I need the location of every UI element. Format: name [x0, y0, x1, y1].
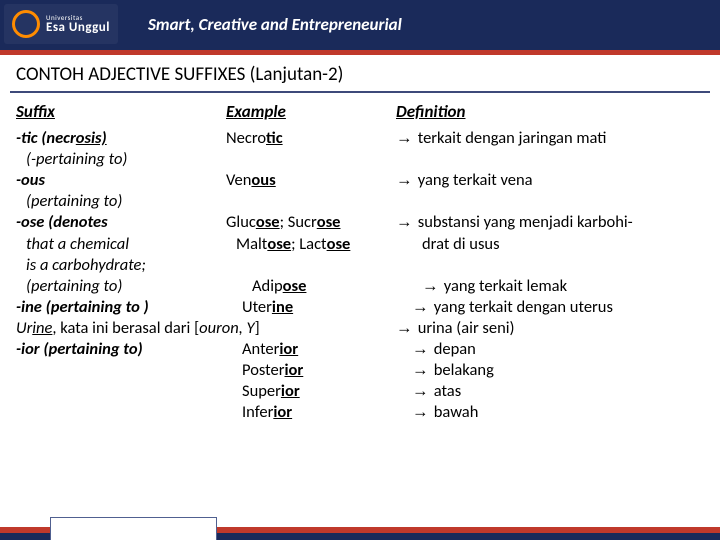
- row-ose-1: -ose (denotes Glucose; Sucrose → substan…: [16, 212, 704, 233]
- row-ior-1: -ior (pertaining to) Anterior → depan: [16, 339, 704, 360]
- head-suffix: Suffix: [16, 101, 226, 122]
- logo-ring-icon: [12, 10, 40, 38]
- content-body: -tic (necrosis) Necrotic → terkait denga…: [0, 128, 720, 424]
- row-ine: -ine (pertaining to ) Uterine → yang ter…: [16, 297, 704, 318]
- arrow-icon: →: [396, 318, 414, 339]
- row-tic: -tic (necrosis) Necrotic → terkait denga…: [16, 128, 704, 149]
- row-tic-note: (-pertaining to): [16, 149, 704, 170]
- row-ous: -ous Venous → yang terkait vena: [16, 170, 704, 191]
- row-ose-2: that a chemical Maltose; Lactose drat di…: [16, 234, 704, 255]
- header-bar: Universitas Esa Unggul Smart, Creative a…: [0, 0, 720, 50]
- arrow-icon: →: [412, 339, 430, 360]
- row-urine: Urine, kata ini berasal dari [ouron, Y] …: [16, 318, 704, 339]
- row-adipose: (pertaining to) Adipose → yang terkait l…: [16, 276, 704, 297]
- arrow-icon: →: [412, 381, 430, 402]
- logo: Universitas Esa Unggul: [4, 4, 118, 44]
- arrow-icon: →: [396, 128, 414, 149]
- tagline: Smart, Creative and Entrepreneurial: [148, 14, 402, 35]
- arrow-icon: →: [396, 170, 414, 191]
- slide-title: CONTOH ADJECTIVE SUFFIXES (Lanjutan-2): [10, 63, 343, 86]
- row-ior-3: Superior → atas: [16, 381, 704, 402]
- head-example: Example: [226, 101, 396, 122]
- logo-big-text: Esa Unggul: [46, 21, 110, 34]
- footer-bar: [0, 527, 720, 540]
- title-area: CONTOH ADJECTIVE SUFFIXES (Lanjutan-2): [0, 55, 720, 97]
- arrow-icon: →: [412, 402, 430, 423]
- arrow-icon: →: [422, 276, 440, 297]
- row-ior-4: Inferior → bawah: [16, 402, 704, 423]
- column-headers: Suffix Example Definition: [0, 97, 720, 128]
- head-definition: Definition: [396, 101, 704, 122]
- footer-box: [50, 517, 217, 540]
- arrow-icon: →: [412, 360, 430, 381]
- arrow-icon: →: [412, 297, 430, 318]
- arrow-icon: →: [396, 212, 414, 233]
- row-ose-3: is a carbohydrate;: [16, 255, 704, 276]
- row-ior-2: Posterior → belakang: [16, 360, 704, 381]
- row-ous-note: (pertaining to): [16, 191, 704, 212]
